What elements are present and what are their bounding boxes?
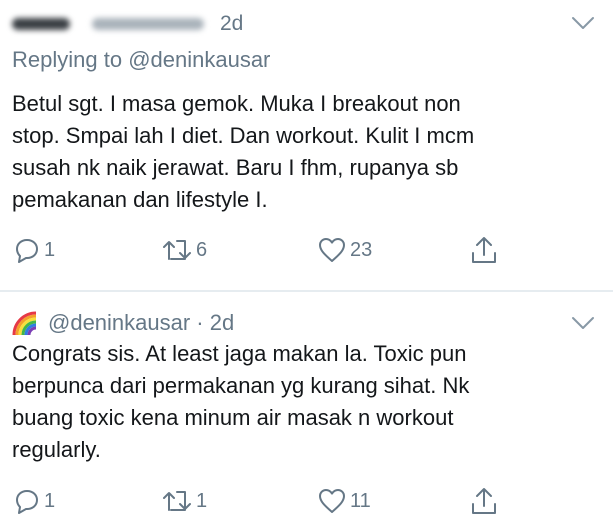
retweet-count: 1 (196, 489, 208, 512)
tweet-header: @deninkausar · 2d (12, 308, 234, 338)
tweet-text-line: susah nk naik jerawat. Baru I fhm, rupan… (12, 155, 459, 180)
tweet-text-line: buang toxic kena minum air masak n worko… (12, 405, 454, 430)
share-icon (472, 237, 496, 263)
reply-icon (16, 490, 38, 514)
tweet-text-line: regularly. (12, 437, 101, 462)
reply-icon (16, 239, 38, 263)
replying-prefix: Replying to (12, 47, 129, 72)
retweet-icon (163, 491, 191, 511)
like-icon (319, 238, 345, 262)
retweet-button[interactable]: 1 (162, 488, 207, 514)
tweet-text: Congrats sis. At least jaga makan la. To… (12, 338, 602, 466)
chevron-down-icon[interactable] (571, 16, 595, 30)
blurred-display-name (12, 18, 70, 30)
tweet-reply[interactable]: 2d Replying to @deninkausar Betul sgt. I… (0, 0, 613, 290)
reply-count: 1 (44, 238, 56, 261)
blurred-username (92, 18, 204, 30)
retweet-button[interactable]: 6 (162, 237, 207, 263)
tweet-text-line: Betul sgt. I masa gemok. Muka I breakout… (12, 91, 461, 116)
share-button[interactable] (470, 235, 498, 265)
tweet-text-line: stop. Smpai lah I diet. Dan workout. Kul… (12, 123, 475, 148)
reply-button[interactable]: 1 (14, 488, 55, 514)
tweet-reply[interactable]: @deninkausar · 2d Congrats sis. At least… (0, 292, 613, 527)
tweet-text: Betul sgt. I masa gemok. Muka I breakout… (12, 88, 602, 216)
tweet-actions: 1 6 23 (0, 232, 613, 272)
reply-count: 1 (44, 489, 56, 512)
retweet-icon (163, 240, 191, 260)
like-button[interactable]: 11 (318, 488, 371, 514)
tweet-header: 2d (12, 6, 243, 42)
like-icon (319, 489, 345, 513)
tweet-text-line: pemakanan dan lifestyle I. (12, 187, 268, 212)
share-icon (472, 488, 496, 514)
replying-to: Replying to @deninkausar (12, 47, 270, 73)
like-button[interactable]: 23 (318, 237, 372, 263)
replying-handle-link[interactable]: @deninkausar (128, 47, 270, 72)
rainbow-icon (12, 311, 37, 336)
tweet-time: 2d (220, 12, 244, 35)
retweet-count: 6 (196, 238, 208, 261)
username-and-time[interactable]: @deninkausar · 2d (48, 310, 234, 336)
share-button[interactable] (470, 486, 498, 516)
like-count: 11 (350, 489, 371, 512)
reply-button[interactable]: 1 (14, 237, 55, 263)
tweet-text-line: Congrats sis. At least jaga makan la. To… (12, 341, 467, 366)
chevron-down-icon[interactable] (571, 316, 595, 330)
tweet-actions: 1 1 11 (0, 483, 613, 523)
tweet-text-line: berpunca dari permakanan yg kurang sihat… (12, 373, 470, 398)
like-count: 23 (350, 238, 373, 261)
